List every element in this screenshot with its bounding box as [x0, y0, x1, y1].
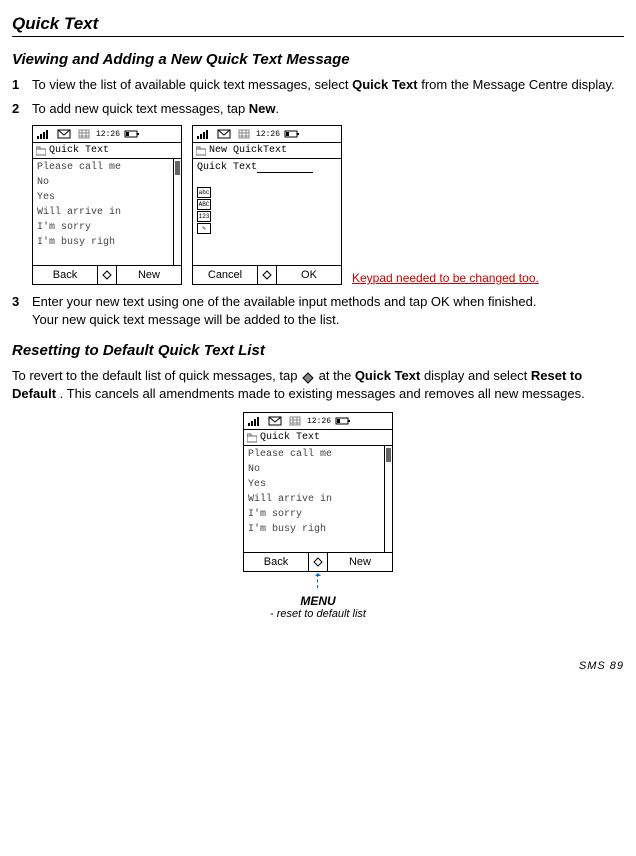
screen-title-bar: New QuickText [193, 143, 341, 159]
menu-caption-main: MENU [12, 594, 624, 608]
step-2: 2 To add new quick text messages, tap Ne… [12, 100, 624, 118]
step-text: To view the list of available quick text… [32, 77, 352, 92]
quick-text-bold: Quick Text [355, 368, 421, 383]
menu-diamond-icon [301, 371, 315, 383]
mode-key[interactable]: abc [197, 187, 211, 198]
softkey-bar: Back New [33, 265, 181, 284]
status-bar: 12:26 [244, 413, 392, 430]
screen-title-bar: Quick Text [33, 143, 181, 159]
para-text: . This cancels all amendments made to ex… [56, 386, 585, 401]
grid-icon [286, 415, 304, 427]
para-text: at the [319, 368, 355, 383]
quick-text-bold: Quick Text [352, 77, 418, 92]
status-bar: 12:26 [193, 126, 341, 143]
figure-row-2: 12:26 Quick Text Please call me No Yes W… [12, 412, 624, 572]
softkey-menu[interactable] [97, 266, 117, 284]
step-text: Enter your new text using one of the ava… [32, 294, 536, 309]
screen-title-bar: Quick Text [244, 430, 392, 446]
folder-icon [196, 146, 206, 156]
list-item[interactable]: Yes [244, 477, 384, 492]
editor-body: Quick Text abc ABC 123 ✎ [193, 159, 341, 265]
mode-key[interactable]: ✎ [197, 223, 211, 234]
grid-icon [75, 128, 93, 140]
battery-icon [334, 415, 352, 427]
list-item[interactable]: No [33, 175, 173, 190]
para-text: display and select [420, 368, 531, 383]
list-item[interactable]: Will arrive in [244, 492, 384, 507]
new-bold: New [249, 101, 276, 116]
signal-icon [195, 128, 213, 140]
list-item[interactable]: Will arrive in [33, 205, 173, 220]
phone-quick-text-list: 12:26 Quick Text Please call me No Yes W… [32, 125, 182, 285]
battery-icon [123, 128, 141, 140]
phone-new-quicktext: 12:26 New QuickText Quick Text abc ABC 1… [192, 125, 342, 285]
step-number: 1 [12, 76, 19, 94]
softkey-menu[interactable] [308, 553, 328, 571]
scroll-thumb[interactable] [175, 161, 180, 175]
softkey-new[interactable]: New [328, 553, 392, 571]
list-item[interactable]: I'm sorry [33, 220, 173, 235]
step-text: from the Message Centre display. [418, 77, 615, 92]
page-title: Quick Text [12, 14, 624, 37]
list-body: Please call me No Yes Will arrive in I'm… [244, 446, 392, 552]
softkey-cancel[interactable]: Cancel [193, 266, 257, 284]
softkey-ok[interactable]: OK [277, 266, 341, 284]
screen-title: Quick Text [260, 432, 320, 443]
list-item[interactable]: Yes [33, 190, 173, 205]
screen-title: New QuickText [209, 145, 287, 156]
folder-icon [247, 433, 257, 443]
envelope-icon [55, 128, 73, 140]
status-bar: 12:26 [33, 126, 181, 143]
softkey-bar: Cancel OK [193, 265, 341, 284]
grid-icon [235, 128, 253, 140]
softkey-menu[interactable] [257, 266, 277, 284]
list-item[interactable]: No [244, 462, 384, 477]
step-1: 1 To view the list of available quick te… [12, 76, 624, 94]
list-item[interactable]: Please call me [33, 160, 173, 175]
status-time: 12:26 [95, 130, 121, 139]
input-mode-panel: abc ABC 123 ✎ [197, 187, 337, 234]
softkey-back[interactable]: Back [33, 266, 97, 284]
text-input[interactable]: Quick Text [197, 162, 337, 173]
scroll-thumb[interactable] [386, 448, 391, 462]
para-text: To revert to the default list of quick m… [12, 368, 301, 383]
list-item[interactable]: I'm busy righ [244, 522, 384, 537]
page-footer: SMS 89 [12, 660, 624, 672]
scrollbar[interactable] [384, 446, 392, 552]
reset-paragraph: To revert to the default list of quick m… [12, 367, 624, 402]
envelope-icon [215, 128, 233, 140]
figure-row-1: 12:26 Quick Text Please call me No Yes W… [32, 125, 624, 285]
menu-caption: MENU - reset to default list [12, 594, 624, 620]
section-reset: Resetting to Default Quick Text List [12, 342, 624, 359]
envelope-icon [266, 415, 284, 427]
step-text: Your new quick text message will be adde… [32, 311, 624, 329]
phone-quick-text-list-2: 12:26 Quick Text Please call me No Yes W… [243, 412, 393, 572]
status-time: 12:26 [306, 417, 332, 426]
list-item[interactable]: I'm sorry [244, 507, 384, 522]
section-viewing-adding: Viewing and Adding a New Quick Text Mess… [12, 51, 624, 68]
softkey-back[interactable]: Back [244, 553, 308, 571]
softkey-new[interactable]: New [117, 266, 181, 284]
battery-icon [283, 128, 301, 140]
softkey-bar: Back New [244, 552, 392, 571]
callout-arrow [317, 574, 319, 588]
list-item[interactable]: Please call me [244, 447, 384, 462]
mode-key[interactable]: 123 [197, 211, 211, 222]
review-note: Keypad needed to be changed too. [352, 271, 539, 285]
step-number: 2 [12, 100, 19, 118]
signal-icon [35, 128, 53, 140]
step-text: . [276, 101, 280, 116]
screen-title: Quick Text [49, 145, 109, 156]
mode-key[interactable]: ABC [197, 199, 211, 210]
signal-icon [246, 415, 264, 427]
scrollbar[interactable] [173, 159, 181, 265]
step-text: To add new quick text messages, tap [32, 101, 249, 116]
status-time: 12:26 [255, 130, 281, 139]
list-item[interactable]: I'm busy righ [33, 235, 173, 250]
step-number: 3 [12, 293, 19, 311]
list-body: Please call me No Yes Will arrive in I'm… [33, 159, 181, 265]
menu-caption-sub: - reset to default list [12, 608, 624, 620]
folder-icon [36, 146, 46, 156]
step-3: 3 Enter your new text using one of the a… [12, 293, 624, 328]
